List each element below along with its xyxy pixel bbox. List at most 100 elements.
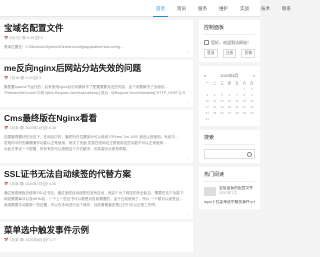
search-icon[interactable] [247,151,252,157]
control-panel-widget: 控制面板 您好，欢迎到访网站！ 登录 注册 投稿 [199,20,260,62]
post-title[interactable]: SSL证书无法自动续签的代替方案 [4,169,185,180]
calendar-day[interactable]: 27 [226,111,232,116]
calendar-day[interactable]: 2 [249,87,255,92]
next-month-icon[interactable]: » [253,73,255,80]
calendar-day [234,87,240,92]
read-more-icon[interactable]: › [187,99,188,104]
prev-month-icon[interactable]: « [204,73,206,80]
post-card: 宝域名配置文件 📅 6月7日 👁 6,09 💬 0 具体位置在：C:\Windo… [0,20,193,57]
calendar-day[interactable]: 15 [241,99,247,104]
calendar-day[interactable]: 25 [211,111,217,116]
calendar-day[interactable]: 24 [204,111,210,116]
search-input[interactable] [204,149,255,159]
post-meta: 📅 1月末 👁 2020年6月 💬 3,77 [4,238,56,242]
hot-item-title[interactable]: layui下拉菜单选中触发事件示例 [204,200,255,205]
calendar-weekday: 日 [250,81,254,85]
calendar-grid: 一二三四五六日 1 2 3 4 5 6 7 8 9 10 11 12 13 14 15 16 17 18 19 20 21… [204,81,255,122]
calendar-day[interactable]: 26 [219,111,225,116]
calendar-day[interactable]: 14 [234,99,240,104]
login-button[interactable]: 登录 [204,49,218,58]
user-icon [204,40,209,45]
post-excerpt: 集配置apache下运行的，后来使用nginx后访问跳转不了配置需要对这些内容，… [4,84,185,96]
calendar-day[interactable]: 31 [204,117,210,122]
calendar-day[interactable]: 23 [249,105,255,110]
post-meta: 📅 7月18 👁 9,43 💬 3 [4,76,42,80]
thumbnail [204,186,216,196]
excerpt-line: 为此分享这一个配置，所有有些可以按照这个方式解决，也希望对大家有帮助。 [4,147,130,151]
calendar-day[interactable]: 20 [226,105,232,110]
calendar-day[interactable]: 18 [211,105,217,110]
read-more-icon[interactable]: › [187,49,188,54]
calendar-day[interactable]: 7 [234,93,240,98]
calendar-day[interactable]: 11 [211,99,217,104]
calendar-day[interactable]: 29 [241,111,247,116]
nav-tech[interactable]: 技术 [255,0,276,17]
calendar-day[interactable]: 9 [249,93,255,98]
calendar-weekday: 五 [235,81,239,85]
hot-item[interactable]: layui下拉菜单选中触发事件示例 [204,200,255,205]
calendar-weekday: 一 [205,81,209,85]
nav-contact[interactable]: 联系 [276,0,297,17]
calendar-day[interactable]: 22 [241,105,247,110]
calendar-weekday: 六 [242,81,246,85]
nav-service[interactable]: 服务 [192,0,213,17]
excerpt-line: 具体位置在：C:\Windows\System32\inetsrv\config… [4,45,125,49]
auth-buttons: 登录 注册 投稿 [204,49,255,58]
calendar-day[interactable]: 12 [219,99,225,104]
nav-home[interactable]: 首页 [150,0,171,17]
widget-title: 搜索 [204,134,255,145]
calendar-day[interactable]: 5 [219,93,225,98]
post-card: me反向nginx后网站分站失效的问题 📅 7月18 👁 9,43 💬 3 集配… [0,60,193,107]
calendar-weekday: 四 [227,81,231,85]
login-text: 您好，欢迎到访网站！ [211,40,251,45]
calendar-day[interactable]: 17 [204,105,210,110]
search-widget: 搜索 [199,130,260,163]
widget-title: 热门阅读 [204,171,255,182]
post-title[interactable]: Cms最终版在Nginx看看 [4,113,185,124]
login-prompt: 您好，欢迎到访网站！ [204,39,255,46]
nav-practice[interactable]: 实战 [234,0,255,17]
calendar-day[interactable]: 16 [249,99,255,104]
register-button[interactable]: 注册 [222,49,237,58]
nav-news[interactable]: 资讯 [171,0,192,17]
calendar-day [226,87,232,92]
read-more-icon[interactable]: › [187,211,188,216]
calendar-day[interactable]: 6 [226,93,232,98]
calendar-day[interactable]: 3 [204,93,210,98]
calendar-month: 2020年8月 [220,74,239,78]
read-more-icon[interactable]: › [187,155,188,160]
calendar-day [219,87,225,92]
post-excerpt: 通过宝塔面板去使用SSL证书后，通过宝塔自动续签但没有自动，而这个为了网站的安全… [4,190,185,208]
main-nav: 首页 资讯 服务 维护 实战 技术 联系 [150,0,297,17]
post-title[interactable]: 菜单选中触发事件示例 [4,225,185,236]
post-excerpt: 如果管理模块在对应下，在网站中的，最终所在位置部分可以使用TOPnavi 7on… [4,134,185,152]
calendar-day[interactable]: 1 [241,87,247,92]
post-list: 宝域名配置文件 📅 6月7日 👁 6,09 💬 0 具体位置在：C:\Windo… [0,20,193,257]
submit-post-button[interactable]: 投稿 [241,49,255,58]
sidebar: 控制面板 您好，欢迎到访网站！ 登录 注册 投稿 « 2020年8月 » 一二三… [199,20,260,213]
excerpt-line: 使用需要手动更新一些设置，可以在本地进行这个操作，目前看着最多是让它们可以正常工… [4,203,159,207]
calendar-day [204,87,210,92]
calendar-day[interactable]: 13 [226,99,232,104]
post-meta: 📅 6月7日 👁 6,09 💬 0 [4,36,43,40]
hot-reading-widget: 热门阅读 宝塔面板的配置文件 2020年7月 layui下拉菜单选中触发事件示例 [199,167,260,209]
calendar-day[interactable]: 21 [234,105,240,110]
calendar-day[interactable]: 4 [211,93,217,98]
post-excerpt: 具体位置在：C:\Windows\System32\inetsrv\config… [4,44,185,50]
post-card: 菜单选中触发事件示例 📅 1月末 👁 2020年6月 💬 3,77 [0,222,193,252]
calendar-weekday: 三 [220,81,224,85]
post-card: Cms最终版在Nginx看看 📅 1月末 👁 2020年1月 💬 6,36 如果… [0,110,193,163]
hot-item[interactable]: 宝塔面板的配置文件 2020年7月 [204,186,255,196]
calendar-day[interactable]: 19 [219,105,225,110]
calendar-weekday: 二 [213,81,217,85]
widget-title: 控制面板 [204,24,255,35]
nav-maintenance[interactable]: 维护 [213,0,234,17]
calendar-day[interactable]: 10 [204,99,210,104]
hot-item-title[interactable]: 宝塔面板的配置文件 [219,186,253,190]
post-title[interactable]: me反向nginx后网站分站失效的问题 [4,63,185,74]
post-title[interactable]: 宝域名配置文件 [4,23,185,34]
calendar-day[interactable]: 8 [241,93,247,98]
calendar-day[interactable]: 28 [234,111,240,116]
calendar-day[interactable]: 30 [249,111,255,116]
excerpt-line: "ReleaseSiteCookie"中将 if(this.Request.Us… [4,91,185,95]
